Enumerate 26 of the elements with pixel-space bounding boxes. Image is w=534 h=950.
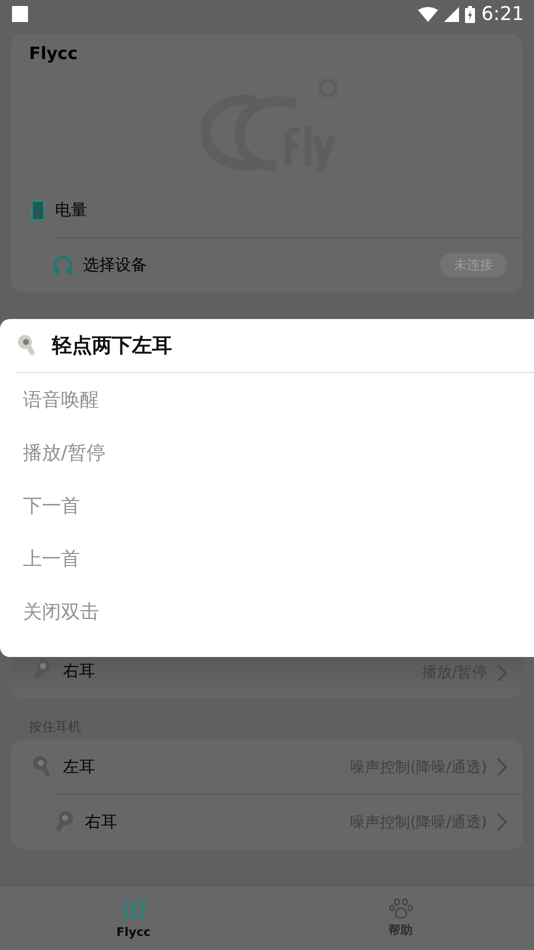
- paw-icon: [388, 898, 412, 920]
- dialog-title: 轻点两下左耳: [52, 332, 172, 359]
- nav-tab[interactable]: Flycc: [0, 886, 267, 950]
- row-label: 右耳: [63, 661, 95, 682]
- row-label: 右耳: [85, 812, 117, 832]
- notification-icon: [12, 6, 28, 22]
- chevron-icon: [497, 758, 507, 776]
- row-label: 左耳: [63, 756, 95, 778]
- headphones-icon: [53, 255, 73, 275]
- chevron-icon: [497, 664, 507, 682]
- wifi-icon: [418, 6, 438, 22]
- battery-icon: [31, 199, 45, 221]
- battery-charging-icon: [465, 6, 476, 22]
- clock: 6:21: [481, 3, 524, 25]
- dialog-option[interactable]: 下一首: [0, 479, 534, 532]
- row-label: 选择设备: [83, 254, 147, 276]
- dialog-option[interactable]: 上一首: [0, 532, 534, 585]
- nav-tab[interactable]: 帮助: [267, 886, 534, 950]
- signal-icon: [444, 6, 460, 22]
- app-logo-icon: [120, 897, 146, 923]
- dialog-option[interactable]: 播放/暂停: [0, 426, 534, 479]
- dialog-option[interactable]: 关闭双击: [0, 585, 534, 638]
- dialog-option[interactable]: 语音唤醒: [0, 373, 534, 426]
- chevron-icon: [497, 813, 507, 831]
- row-label: 电量: [55, 200, 87, 220]
- card-title: Flycc: [28, 43, 79, 64]
